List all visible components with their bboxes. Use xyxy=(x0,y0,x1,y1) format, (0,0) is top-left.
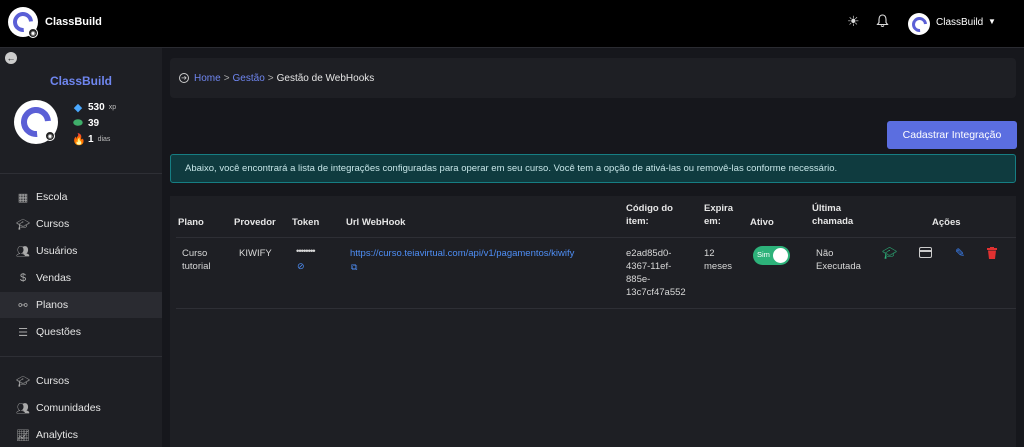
breadcrumb-separator: > xyxy=(223,72,230,84)
edit-pencil-icon[interactable]: ✎ xyxy=(955,247,965,259)
sidebar-divider xyxy=(0,173,162,174)
eye-slash-icon[interactable]: ⊘ xyxy=(297,260,305,273)
webhook-icon: ⚯ xyxy=(18,299,28,312)
xp-stat: ◆ 530 xp xyxy=(73,102,117,114)
add-integration-button[interactable]: Cadastrar Integração xyxy=(887,121,1017,149)
bell-icon[interactable] xyxy=(876,14,889,30)
app-logo[interactable]: ◉ xyxy=(8,7,38,38)
credit-card-icon[interactable] xyxy=(919,247,932,260)
column-header-acoes: Ações xyxy=(932,217,961,228)
collapse-back-icon[interactable]: ← xyxy=(5,52,17,64)
column-header-url: Url WebHook xyxy=(346,217,406,228)
breadcrumb-separator: > xyxy=(267,72,274,84)
streak-stat: 🔥 1 dias xyxy=(72,134,111,146)
sidebar-item-questoes[interactable]: ☰ Questões xyxy=(0,319,162,345)
webhooks-table-panel xyxy=(170,196,1016,447)
breadcrumb: ➔ Home > Gestão > Gestão de WebHooks xyxy=(170,58,1016,98)
diamond-icon: ◆ xyxy=(73,102,83,114)
app-title: ClassBuild xyxy=(45,16,102,28)
cell-ultima-chamada: Não Executada xyxy=(816,248,861,272)
cell-provedor: KIWIFY xyxy=(239,248,272,259)
user-menu-name[interactable]: ClassBuild xyxy=(936,17,983,28)
sidebar-item-analytics[interactable]: 📈︎ Analytics xyxy=(0,422,162,447)
sidebar-brand: ClassBuild xyxy=(49,74,112,88)
cell-codigo-item: e2ad85d0- 4367-11ef- 885e- 13c7cf47a552 xyxy=(626,248,686,298)
cell-url-webhook[interactable]: https://curso.teiavirtual.com/api/v1/pag… xyxy=(350,247,574,260)
sidebar-divider xyxy=(0,356,162,357)
graduation-cap-icon: 🎓︎ xyxy=(16,375,30,388)
column-header-provedor: Provedor xyxy=(234,217,276,228)
breadcrumb-current: Gestão de WebHooks xyxy=(276,72,375,84)
flame-icon: 🔥 xyxy=(72,134,86,146)
sidebar-item-cursos[interactable]: 🎓︎ Cursos xyxy=(0,211,162,237)
graduation-cap-icon: 🎓︎ xyxy=(16,218,30,231)
camera-icon[interactable]: ◉ xyxy=(45,131,55,141)
toggle-knob xyxy=(773,248,788,263)
column-header-ultima-chamada: Última chamada xyxy=(812,203,854,227)
trash-icon[interactable] xyxy=(987,247,997,261)
caret-down-icon[interactable]: ▼ xyxy=(988,17,996,26)
sidebar-item-usuarios[interactable]: 👥︎ Usuários xyxy=(0,238,162,264)
cell-plano: Curso tutorial xyxy=(182,248,211,272)
group-icon: 👥︎ xyxy=(16,402,30,415)
arrow-right-circle-icon: ➔ xyxy=(179,73,189,83)
coins-stat: ⬬ 39 xyxy=(73,117,100,129)
cell-expira: 12 meses xyxy=(704,248,732,272)
info-alert-text: Abaixo, você encontrará a lista de integ… xyxy=(185,163,838,174)
column-header-plano: Plano xyxy=(178,217,204,228)
sidebar-item-planos[interactable]: ⚯ Planos xyxy=(0,292,162,318)
column-header-expira: Expira em: xyxy=(704,203,734,227)
sidebar-item-comunidades[interactable]: 👥︎ Comunidades xyxy=(0,395,162,421)
copy-icon[interactable]: ⧉ xyxy=(351,261,357,274)
profile-avatar[interactable]: ◉ xyxy=(14,100,58,144)
breadcrumb-home[interactable]: Home xyxy=(194,73,221,84)
users-icon: 👥︎ xyxy=(16,245,30,258)
row-divider xyxy=(176,308,1016,309)
chart-line-icon: 📈︎ xyxy=(16,429,30,442)
sidebar-item-vendas[interactable]: $ Vendas xyxy=(0,265,162,291)
database-icon: ☰ xyxy=(18,326,28,339)
sun-icon[interactable]: ☀ xyxy=(847,14,860,28)
info-alert: Abaixo, você encontrará a lista de integ… xyxy=(170,154,1016,183)
header-divider xyxy=(176,237,1016,238)
cell-token: •••••••• xyxy=(296,246,316,257)
coins-icon: ⬬ xyxy=(73,117,83,129)
sidebar-item-escola[interactable]: ▦ Escola xyxy=(0,184,162,210)
camera-icon[interactable]: ◉ xyxy=(28,28,38,38)
column-header-token: Token xyxy=(292,217,320,228)
sidebar-item-cursos-2[interactable]: 🎓︎ Cursos xyxy=(0,368,162,394)
top-bar: ◉ ClassBuild ☀ ClassBuild ▼ xyxy=(0,0,1024,48)
breadcrumb-gestao[interactable]: Gestão xyxy=(233,73,265,84)
dollar-icon: $ xyxy=(19,272,27,284)
active-toggle[interactable]: Sim xyxy=(753,246,790,265)
sidebar: ← ClassBuild ◉ ◆ 530 xp ⬬ 39 🔥 1 dias ▦ … xyxy=(0,48,162,447)
column-header-codigo: Código do item: xyxy=(626,203,673,227)
column-header-ativo: Ativo xyxy=(750,217,774,228)
building-icon: ▦ xyxy=(17,191,29,204)
user-avatar[interactable] xyxy=(908,13,930,35)
graduation-cap-icon[interactable]: 🎓︎ xyxy=(882,247,897,259)
